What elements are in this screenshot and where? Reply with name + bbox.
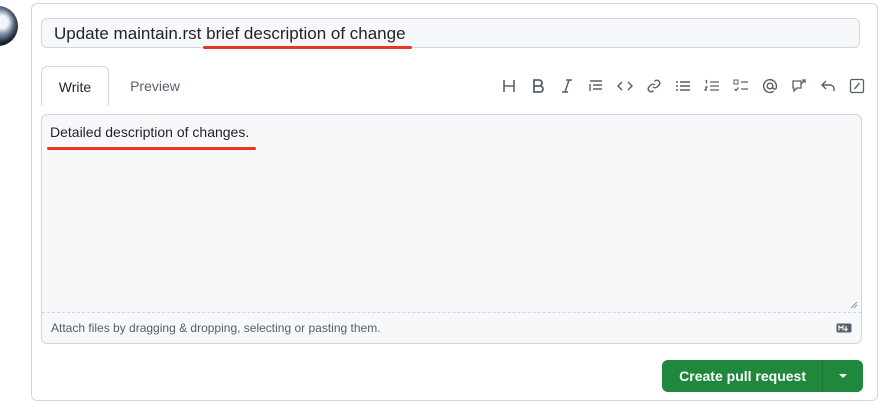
cross-reference-icon[interactable] — [788, 74, 810, 98]
avatar — [0, 6, 18, 46]
numbered-list-icon[interactable] — [701, 74, 723, 98]
mention-icon[interactable] — [759, 74, 781, 98]
tab-write[interactable]: Write — [41, 66, 109, 106]
create-pull-request-button[interactable]: Create pull request — [662, 360, 823, 392]
title-text: Update maintain.rst — [54, 24, 202, 43]
create-pull-request-group: Create pull request — [662, 360, 863, 392]
heading-icon[interactable] — [498, 74, 520, 98]
resize-handle-icon[interactable] — [850, 301, 858, 309]
quote-icon[interactable] — [585, 74, 607, 98]
code-icon[interactable] — [614, 74, 636, 98]
slash-command-icon[interactable] — [846, 74, 868, 98]
title-highlighted-text: brief description of change — [206, 24, 406, 43]
reply-icon[interactable] — [817, 74, 839, 98]
comment-textarea[interactable]: Detailed description of changes. Attach … — [41, 114, 862, 344]
attach-hint: Attach files by dragging & dropping, sel… — [51, 321, 381, 335]
tab-preview[interactable]: Preview — [120, 66, 190, 106]
bulleted-list-icon[interactable] — [672, 74, 694, 98]
task-list-icon[interactable] — [730, 74, 752, 98]
pull-request-form: Update maintain.rst brief description of… — [31, 3, 878, 401]
title-input[interactable]: Update maintain.rst brief description of… — [41, 18, 860, 48]
bold-icon[interactable] — [527, 74, 549, 98]
attach-files-bar[interactable]: Attach files by dragging & dropping, sel… — [42, 312, 861, 343]
caret-down-icon — [839, 374, 847, 378]
markdown-toolbar — [491, 74, 868, 98]
italic-icon[interactable] — [556, 74, 578, 98]
comment-body: Detailed description of changes. — [46, 124, 257, 150]
create-options-dropdown[interactable] — [823, 360, 863, 392]
link-icon[interactable] — [643, 74, 665, 98]
markdown-icon[interactable] — [836, 323, 852, 333]
